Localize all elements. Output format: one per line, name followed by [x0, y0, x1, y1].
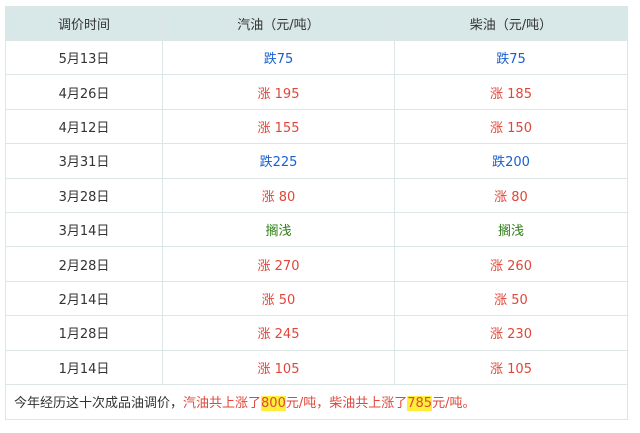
fuel-price-adjustment-table: 调价时间 汽油（元/吨） 柴油（元/吨） 5月13日 跌75 跌75 4月26日涨 1… — [5, 6, 628, 420]
row-diesel-change: 涨 105 — [394, 349, 628, 385]
row-gasoline-change: 涨 270 — [162, 246, 395, 282]
table-row: 1月14日涨 105 涨 105 — [5, 349, 628, 385]
row-date: 4月26日 — [5, 74, 163, 110]
table-row: 5月13日 跌75 跌75 — [5, 39, 628, 76]
row-gasoline-change: 涨 195 — [162, 74, 395, 110]
row-gasoline-change: 跌225 — [162, 143, 395, 179]
summary-gasoline-label: 汽油共上涨了 — [183, 396, 262, 412]
row-diesel-change: 跌75 — [394, 39, 628, 76]
row-date: 3月14日 — [5, 211, 163, 248]
row-date: 2月28日 — [5, 246, 163, 282]
row-date: 3月28日 — [5, 177, 163, 213]
summary-gasoline-unit: 元/吨， — [285, 396, 330, 412]
row-diesel-change: 跌200 — [394, 143, 628, 179]
summary-cell: 今年经历这十次成品油调价，汽油共上涨了800元/吨，柴油共上涨了785元/吨。 — [5, 383, 628, 420]
row-date: 1月14日 — [5, 349, 163, 385]
header-diesel: 柴油（元/吨） — [394, 6, 628, 41]
row-diesel-change: 搁浅 — [394, 211, 628, 248]
summary-gasoline-total: 800 — [261, 396, 286, 412]
row-diesel-change: 涨 50 — [394, 280, 628, 317]
price-table-container: 调价时间 汽油（元/吨） 柴油（元/吨） 5月13日 跌75 跌75 4月26日涨 1… — [5, 6, 628, 420]
row-gasoline-change: 涨 245 — [162, 315, 395, 351]
table-row: 1月28日涨 245 涨 230 — [5, 315, 628, 351]
summary-diesel-label: 柴油共上涨了 — [329, 396, 408, 412]
table-row: 2月14日涨 50 涨 50 — [5, 280, 628, 317]
summary-row: 今年经历这十次成品油调价，汽油共上涨了800元/吨，柴油共上涨了785元/吨。 — [5, 383, 628, 420]
header-date: 调价时间 — [5, 6, 163, 41]
table-row: 4月12日涨 155 涨 150 — [5, 108, 628, 145]
table-row: 3月14日 搁浅 搁浅 — [5, 211, 628, 248]
table-row: 3月28日涨 80 涨 80 — [5, 177, 628, 213]
table-body: 5月13日 跌75 跌75 4月26日涨 195 涨 185 4月12日涨 155 涨 15… — [5, 39, 628, 385]
header-gasoline: 汽油（元/吨） — [162, 6, 395, 41]
row-gasoline-change: 涨 155 — [162, 108, 395, 145]
row-gasoline-change: 涨 80 — [162, 177, 395, 213]
row-gasoline-change: 跌75 — [162, 39, 395, 76]
row-diesel-change: 涨 230 — [394, 315, 628, 351]
row-diesel-change: 涨 80 — [394, 177, 628, 213]
row-gasoline-change: 搁浅 — [162, 211, 395, 248]
row-date: 4月12日 — [5, 108, 163, 145]
table-row: 3月31日 跌225 跌200 — [5, 143, 628, 179]
summary-prefix: 今年经历这十次成品油调价， — [14, 396, 184, 412]
row-gasoline-change: 涨 50 — [162, 280, 395, 317]
table-row: 2月28日涨 270 涨 260 — [5, 246, 628, 282]
row-date: 3月31日 — [5, 143, 163, 179]
summary-diesel-total: 785 — [407, 396, 433, 412]
row-diesel-change: 涨 150 — [394, 108, 628, 145]
row-date: 2月14日 — [5, 280, 163, 317]
row-diesel-change: 涨 260 — [394, 246, 628, 282]
row-gasoline-change: 涨 105 — [162, 349, 395, 385]
table-row: 4月26日涨 195 涨 185 — [5, 74, 628, 110]
row-diesel-change: 涨 185 — [394, 74, 628, 110]
row-date: 5月13日 — [5, 39, 163, 76]
row-date: 1月28日 — [5, 315, 163, 351]
summary-diesel-unit: 元/吨。 — [432, 396, 476, 412]
table-header-row: 调价时间 汽油（元/吨） 柴油（元/吨） — [5, 6, 628, 41]
